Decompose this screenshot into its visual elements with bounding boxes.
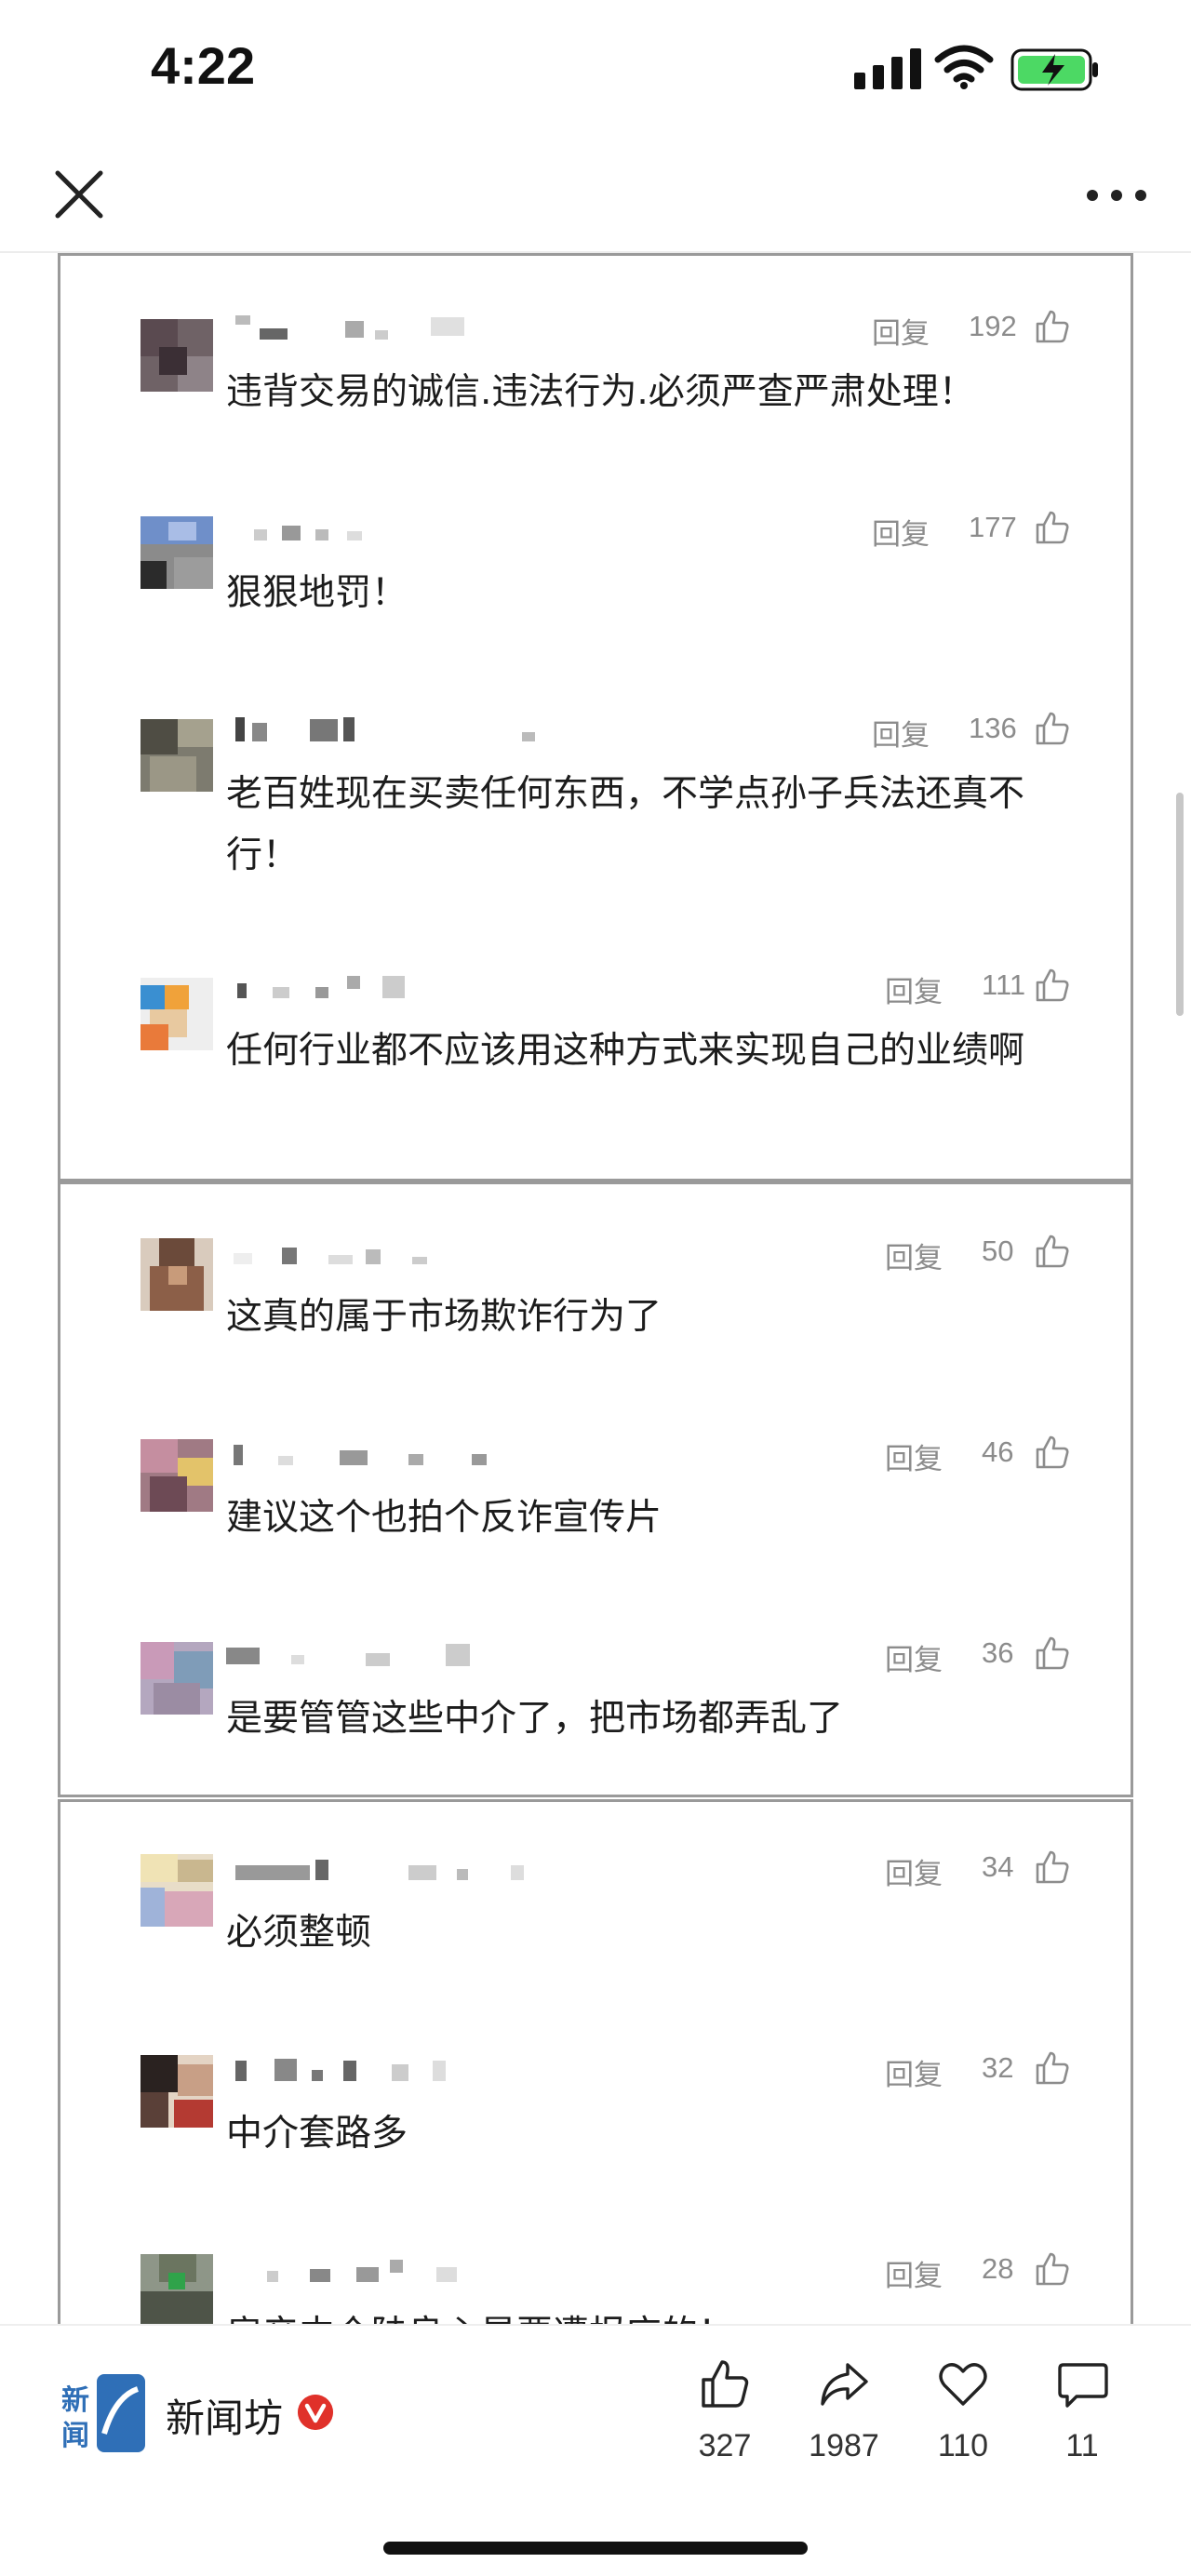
- avatar[interactable]: [141, 978, 213, 1050]
- username-blurred: [235, 315, 464, 340]
- comment-text: 狠狠地罚！: [226, 572, 408, 614]
- status-bar: 4:22: [0, 0, 1191, 140]
- avatar[interactable]: [141, 516, 213, 589]
- screenshot-panel: 回复 34 必须整顿 回复 32 中介套路多 回复 28 房产中介陆良心是要遭: [58, 1799, 1133, 2324]
- reply-button[interactable]: 回复: [872, 511, 930, 553]
- thumbs-up-icon[interactable]: [1034, 1635, 1071, 1672]
- bottom-bar: 新 闻 新闻坊 327 1987 110 11: [0, 2324, 1191, 2576]
- wifi-icon: [934, 45, 994, 89]
- like-count: 36: [982, 1636, 1014, 1669]
- avatar[interactable]: [141, 1642, 213, 1715]
- share-total: 1987: [809, 2428, 879, 2463]
- svg-text:新: 新: [61, 2384, 89, 2417]
- status-time: 4:22: [151, 36, 256, 95]
- share-action[interactable]: 1987: [793, 2357, 895, 2497]
- cellular-signal-icon: [854, 48, 921, 89]
- thumbs-up-icon[interactable]: [1034, 2250, 1071, 2288]
- thumbs-up-icon[interactable]: [1034, 308, 1071, 345]
- avatar[interactable]: [141, 2055, 213, 2128]
- comment-bubble-icon: [1058, 2363, 1108, 2408]
- comment-text: 这真的属于市场欺诈行为了: [226, 1296, 662, 1338]
- username-blurred: [235, 717, 535, 741]
- share-arrow-icon: [821, 2363, 868, 2406]
- reply-button[interactable]: 回复: [872, 712, 930, 754]
- thumbs-up-icon: [702, 2360, 749, 2408]
- top-nav: [0, 140, 1191, 253]
- username-blurred: [235, 2059, 446, 2081]
- comment-text: 任何行业都不应该用这种方式来实现自己的业绩啊: [226, 1030, 1025, 1072]
- reply-button[interactable]: 回复: [872, 310, 930, 352]
- comment-text: 是要管管这些中介了，把市场都弄乱了: [226, 1698, 844, 1740]
- username-blurred: [254, 526, 362, 541]
- comment-text: 必须整顿: [226, 1912, 372, 1954]
- username-blurred: [226, 1644, 470, 1666]
- svg-text:闻: 闻: [61, 2420, 89, 2452]
- thumbs-up-icon[interactable]: [1034, 1233, 1071, 1270]
- like-count: 28: [982, 2252, 1014, 2285]
- comment-text: 老百姓现在买卖任何东西，不学点孙子兵法还真不行！: [226, 773, 1025, 876]
- avatar[interactable]: [141, 2254, 213, 2324]
- account-logo[interactable]: 新 闻: [60, 2369, 149, 2458]
- reply-button[interactable]: 回复: [885, 968, 943, 1010]
- username-blurred: [234, 1248, 427, 1264]
- more-horizontal-icon[interactable]: [1079, 167, 1154, 223]
- comment-text: 中介套路多: [226, 2113, 408, 2155]
- like-count: 177: [969, 511, 1017, 543]
- reply-button[interactable]: 回复: [885, 1235, 943, 1276]
- comment-text: 建议这个也拍个反诈宣传片: [226, 1497, 662, 1539]
- like-total: 327: [698, 2428, 752, 2463]
- reply-button[interactable]: 回复: [885, 1850, 943, 1892]
- comment-list[interactable]: 回复 192 违背交易的诚信.违法行为.必须严查严肃处理！ 回复 177 狠狠地…: [0, 253, 1191, 2324]
- comment-text: 违背交易的诚信.违法行为.必须严查严肃处理！: [226, 371, 975, 413]
- like-count: 46: [982, 1435, 1014, 1468]
- username-blurred: [267, 2260, 457, 2282]
- comment-text: 房产中介陆良心是要遭报应的！: [226, 2304, 1119, 2324]
- heart-icon: [939, 2363, 987, 2406]
- thumbs-up-icon[interactable]: [1034, 710, 1071, 747]
- scrollbar[interactable]: [1176, 793, 1184, 1016]
- comment-action[interactable]: 11: [1031, 2357, 1133, 2497]
- avatar[interactable]: [141, 319, 213, 392]
- like-action[interactable]: 327: [674, 2357, 776, 2497]
- favorite-total: 110: [937, 2428, 989, 2463]
- reply-button[interactable]: 回复: [885, 2051, 943, 2093]
- like-count: 136: [969, 712, 1017, 744]
- like-count: 111: [982, 968, 1026, 1001]
- screenshot-panel: 回复 192 违背交易的诚信.违法行为.必须严查严肃处理！ 回复 177 狠狠地…: [58, 253, 1133, 1181]
- thumbs-up-icon[interactable]: [1034, 1849, 1071, 1886]
- avatar[interactable]: [141, 1854, 213, 1927]
- home-indicator[interactable]: [383, 2542, 808, 2555]
- screenshot-panel: 回复 50 这真的属于市场欺诈行为了 回复 46 建议这个也拍个反诈宣传片 回复…: [58, 1181, 1133, 1797]
- thumbs-up-icon[interactable]: [1034, 509, 1071, 546]
- thumbs-up-icon[interactable]: [1034, 967, 1071, 1004]
- avatar[interactable]: [141, 1439, 213, 1512]
- favorite-action[interactable]: 110: [912, 2357, 1014, 2497]
- thumbs-up-icon[interactable]: [1034, 2049, 1071, 2087]
- reply-button[interactable]: 回复: [885, 1435, 943, 1477]
- like-count: 34: [982, 1850, 1014, 1883]
- like-count: 32: [982, 2051, 1014, 2084]
- username-blurred: [234, 1445, 487, 1465]
- avatar[interactable]: [141, 719, 213, 792]
- battery-charging-icon: [1010, 48, 1098, 91]
- verified-badge-icon: [298, 2395, 333, 2430]
- username-blurred: [235, 1860, 524, 1880]
- avatar[interactable]: [141, 1238, 213, 1311]
- like-count: 50: [982, 1235, 1014, 1267]
- reply-button[interactable]: 回复: [885, 2252, 943, 2294]
- account-name[interactable]: 新闻坊: [166, 2387, 283, 2444]
- reply-button[interactable]: 回复: [885, 1636, 943, 1678]
- comment-total: 11: [1065, 2428, 1099, 2463]
- like-count: 192: [969, 310, 1017, 342]
- close-icon[interactable]: [48, 164, 110, 225]
- username-blurred: [237, 976, 405, 998]
- thumbs-up-icon[interactable]: [1034, 1434, 1071, 1471]
